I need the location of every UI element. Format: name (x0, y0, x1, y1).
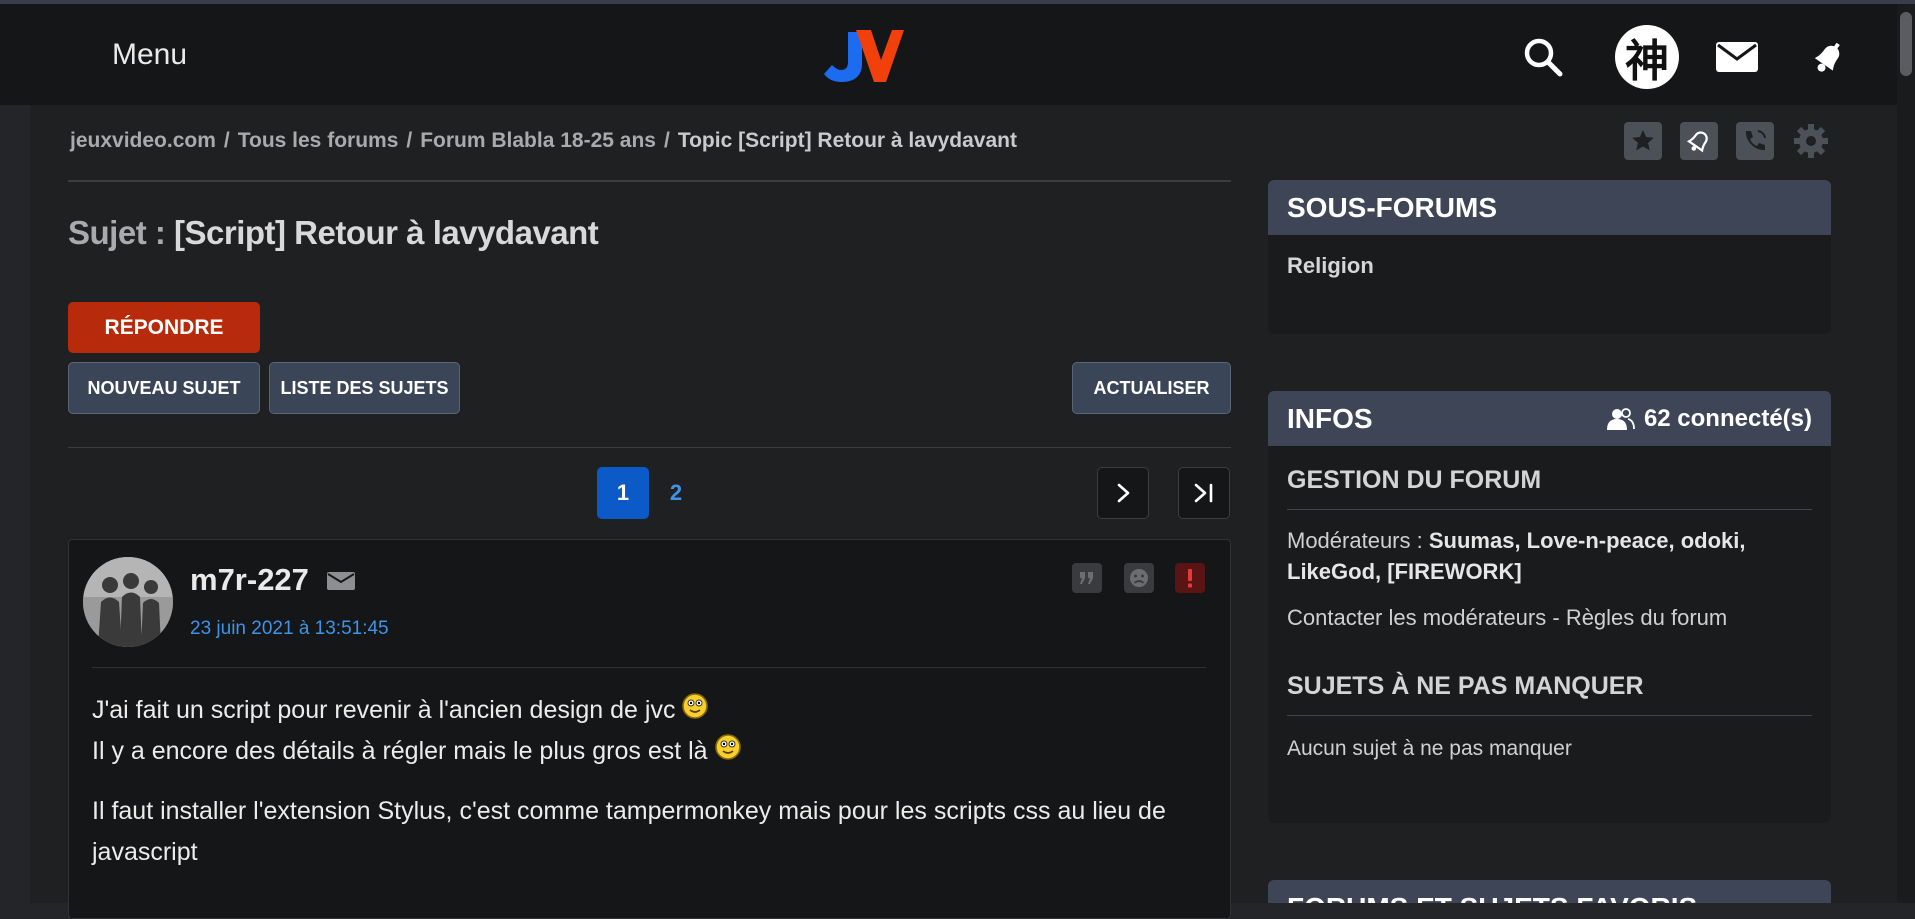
divider (1287, 509, 1812, 510)
smiley-icon (682, 693, 709, 719)
post-text-line: Il y a encore des détails à régler mais … (92, 737, 708, 765)
divider (68, 447, 1231, 448)
page-2-link[interactable]: 2 (660, 467, 692, 519)
top-header: Menu 神 (0, 4, 1897, 105)
breadcrumb: jeuxvideo.com / Tous les forums / Forum Blab… (70, 129, 1017, 153)
panel-header: INFOS 62 connecté(s) (1268, 391, 1831, 446)
scrollbar[interactable] (1897, 4, 1915, 903)
must-see-empty: Aucun sujet à ne pas manquer (1287, 737, 1572, 760)
mail-icon[interactable] (326, 569, 356, 593)
must-see-title: SUJETS À NE PAS MANQUER (1287, 672, 1644, 700)
breadcrumb-all-forums[interactable]: Tous les forums (238, 129, 399, 152)
breadcrumb-separator: / (223, 129, 230, 152)
panel-header: SOUS-FORUMS (1268, 180, 1831, 235)
breadcrumb-separator: / (406, 129, 413, 152)
panel-header: FORUMS ET SUJETS FAVORIS (1268, 880, 1831, 903)
users-icon (1606, 407, 1635, 430)
subforum-link[interactable]: Religion (1287, 250, 1374, 281)
reply-button[interactable]: RÉPONDRE (68, 302, 260, 353)
search-icon[interactable] (1520, 34, 1566, 80)
page-1-button[interactable]: 1 (597, 467, 649, 519)
topic-title-text: [Script] Retour à lavydavant (174, 214, 599, 251)
moderators-list[interactable]: Suumas, Love-n-peace, odoki, (1429, 528, 1746, 553)
moderators-list[interactable]: LikeGod, [FIREWORK] (1287, 559, 1522, 584)
contact-moderators-link[interactable]: Contacter les modérateurs (1287, 605, 1546, 630)
last-page-icon (1194, 483, 1213, 503)
forum-rules-link[interactable]: Règles du forum (1566, 605, 1727, 630)
topic-title-prefix: Sujet : (68, 214, 166, 251)
smiley-icon (714, 734, 741, 760)
new-topic-button[interactable]: NOUVEAU SUJET (68, 362, 260, 414)
post-author[interactable]: m7r-227 (190, 562, 309, 598)
phone-button[interactable] (1736, 122, 1774, 160)
refresh-button[interactable]: ACTUALISER (1072, 362, 1231, 414)
report-button[interactable] (1175, 563, 1205, 593)
breadcrumb-forum[interactable]: Forum Blabla 18-25 ans (420, 129, 656, 152)
avatar-image (83, 557, 173, 647)
post-paragraph: Il faut installer l'extension Stylus, c'… (92, 797, 1166, 866)
breadcrumb-current: Topic [Script] Retour à lavydavant (677, 129, 1017, 152)
follow-topic-button[interactable] (1680, 122, 1718, 160)
phone-icon (1745, 130, 1766, 151)
post-text-line: J'ai fait un script pour revenir à l'anc… (92, 696, 676, 724)
dislike-button[interactable] (1124, 563, 1154, 593)
star-icon (1632, 130, 1654, 151)
divider (1287, 715, 1812, 716)
post-paragraph: J'ai fait un script pour revenir à l'anc… (92, 690, 1212, 772)
quote-icon (1080, 572, 1093, 584)
panel-title: FORUMS ET SUJETS FAVORIS (1287, 892, 1697, 903)
favorites-panel: FORUMS ET SUJETS FAVORIS (1268, 880, 1831, 903)
bell-icon[interactable] (1806, 34, 1852, 80)
sad-face-icon (1130, 569, 1148, 587)
author-avatar[interactable] (83, 557, 173, 647)
panel-title: SOUS-FORUMS (1287, 191, 1497, 223)
post-date[interactable]: 23 juin 2021 à 13:51:45 (190, 618, 389, 640)
breadcrumb-separator: / (663, 129, 670, 152)
user-avatar[interactable]: 神 (1615, 25, 1679, 89)
mail-icon[interactable] (1714, 34, 1760, 80)
last-page-button[interactable] (1178, 467, 1230, 519)
jv-logo[interactable] (822, 26, 904, 86)
breadcrumb-home[interactable]: jeuxvideo.com (70, 129, 216, 152)
settings-button[interactable] (1792, 122, 1830, 160)
post-divider (92, 667, 1206, 668)
bell-outline-icon (1686, 131, 1708, 153)
moderation-links: Contacter les modérateurs - Règles du fo… (1287, 602, 1727, 633)
topic-title: Sujet : [Script] Retour à lavydavant (68, 214, 599, 252)
link-separator: - (1552, 605, 1560, 630)
alert-icon (1188, 569, 1192, 588)
next-page-button[interactable] (1097, 467, 1149, 519)
post-body: J'ai fait un script pour revenir à l'anc… (92, 690, 1212, 892)
online-count: 62 connecté(s) (1606, 405, 1812, 433)
gestion-title: GESTION DU FORUM (1287, 466, 1542, 494)
topic-list-button[interactable]: LISTE DES SUJETS (269, 362, 460, 414)
panel-title: INFOS (1287, 402, 1373, 434)
scrollbar-thumb[interactable] (1900, 12, 1912, 76)
moderators: Modérateurs : Suumas, Love-n-peace, odok… (1287, 525, 1746, 587)
online-count-text: 62 connecté(s) (1643, 404, 1812, 432)
menu-button[interactable]: Menu (112, 38, 187, 72)
quote-button[interactable] (1072, 563, 1102, 593)
divider (68, 180, 1231, 182)
chevron-right-icon (1117, 483, 1130, 503)
gear-icon (1794, 124, 1828, 158)
moderators-label: Modérateurs : (1287, 528, 1423, 553)
favorite-star-button[interactable] (1624, 122, 1662, 160)
